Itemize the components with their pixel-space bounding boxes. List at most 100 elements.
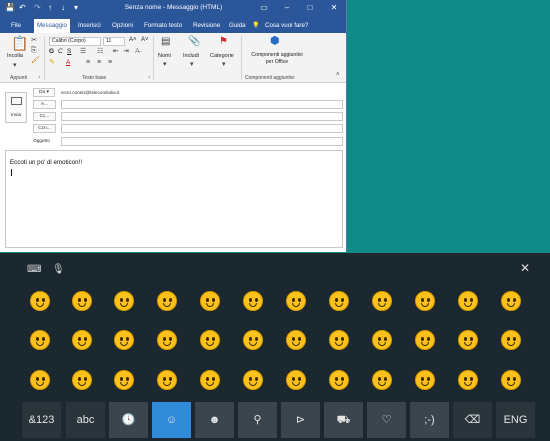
categories-button[interactable]: Categorie [210, 53, 234, 59]
emoji-unamused-icon[interactable] [329, 370, 349, 390]
bullets-icon[interactable]: ☰ [80, 48, 86, 56]
emoji-star-struck-icon[interactable] [286, 370, 306, 390]
collapse-ribbon-icon[interactable]: ˄ [336, 71, 340, 79]
emoji-blush-icon[interactable] [243, 330, 263, 350]
office-addins-icon[interactable]: ⬢ [270, 36, 280, 47]
clipboard-launcher-icon[interactable]: ⌟ [38, 72, 40, 80]
emoji-zipper-mouth-icon[interactable] [458, 330, 478, 350]
clear-format-icon[interactable]: A̶ [135, 48, 140, 56]
emoji-relaxed-icon[interactable] [243, 370, 263, 390]
clipboard-icon[interactable]: 📋 [11, 36, 28, 50]
to-field[interactable] [61, 100, 343, 109]
tab-file[interactable]: File [8, 20, 24, 31]
highlight-icon[interactable]: ✎ [49, 59, 55, 67]
tab-review[interactable]: Revisione [190, 20, 223, 31]
key-backspace[interactable]: ⌫ [453, 402, 492, 438]
underline-icon[interactable]: S [67, 48, 71, 55]
emoji-rolling-eyes-icon[interactable] [372, 370, 392, 390]
tab-insert[interactable]: Inserisci [75, 20, 104, 31]
key-abc[interactable]: abc [66, 402, 105, 438]
from-button[interactable]: Da ▾ [33, 88, 55, 97]
emoji-kiss-icon[interactable] [200, 370, 220, 390]
emoji-yum-icon[interactable] [157, 291, 177, 311]
shrink-font-icon[interactable]: A˅ [141, 37, 149, 43]
bcc-field[interactable] [61, 124, 343, 133]
emoji-wink-icon[interactable] [114, 370, 134, 390]
emoji-no-mouth-icon[interactable] [372, 330, 392, 350]
align-right-icon[interactable]: ≡ [108, 59, 112, 67]
include-button[interactable]: Includi [183, 53, 199, 59]
key-recent[interactable]: 🕓 [109, 402, 148, 438]
emoji-rofl-icon[interactable] [72, 291, 92, 311]
key-num[interactable]: &123 [22, 402, 61, 438]
cut-icon[interactable]: ✂ [31, 37, 37, 45]
to-button[interactable]: A... [33, 100, 56, 109]
maximize-button[interactable]: □ [303, 2, 317, 14]
close-button[interactable]: ✕ [327, 2, 341, 14]
bcc-button[interactable]: Ccn... [33, 124, 56, 133]
emoji-persevere-icon[interactable] [415, 330, 435, 350]
subject-field[interactable] [61, 137, 343, 146]
names-dropdown-icon[interactable]: ▾ [163, 61, 167, 69]
emoji-sweat-smile-icon[interactable] [114, 291, 134, 311]
emoji-tongue-out-icon[interactable] [157, 330, 177, 350]
emoji-slight-smile-icon[interactable] [286, 291, 306, 311]
copy-icon[interactable]: ⎘ [31, 47, 37, 55]
format-painter-icon[interactable]: 🖌 [31, 57, 40, 65]
key-hearts[interactable]: ♡ [367, 402, 406, 438]
emoji-expressionless-icon[interactable] [372, 291, 392, 311]
microphone-icon[interactable]: 🎙 [52, 264, 65, 276]
emoji-smile-icon[interactable] [243, 291, 263, 311]
ribbon-display-icon[interactable]: ▭ [257, 2, 271, 14]
emoji-grimacing-icon[interactable] [30, 330, 50, 350]
align-center-icon[interactable]: ≡ [97, 59, 101, 67]
keyboard-settings-icon[interactable]: ⌨ [27, 264, 41, 276]
emoji-squint-laugh-icon[interactable] [114, 330, 134, 350]
italic-icon[interactable]: C [58, 48, 63, 55]
bold-icon[interactable]: G [49, 48, 54, 55]
paste-button[interactable]: Incolla [7, 53, 23, 59]
key-symbols[interactable]: ⊳ [281, 402, 320, 438]
increase-indent-icon[interactable]: ⇥ [123, 48, 129, 56]
tab-help[interactable]: Guida [226, 20, 249, 31]
minimize-button[interactable]: – [280, 2, 294, 14]
emoji-hugging-icon[interactable] [286, 330, 306, 350]
emoji-smirk-icon[interactable] [415, 291, 435, 311]
emoji-hushed-icon[interactable] [458, 291, 478, 311]
cc-field[interactable] [61, 112, 343, 121]
emoji-neutral-thinking-icon[interactable] [329, 330, 349, 350]
flag-icon[interactable]: ⚑ [219, 37, 228, 47]
key-places[interactable]: ⚲ [238, 402, 277, 438]
categories-dropdown-icon[interactable]: ▾ [222, 61, 226, 69]
tab-message[interactable]: Messaggio [34, 19, 70, 33]
key-smileys[interactable]: ☺ [152, 402, 191, 438]
emoji-grin-icon[interactable] [72, 370, 92, 390]
key-lang[interactable]: ENG [496, 402, 535, 438]
emoji-kissing-heart-icon[interactable] [200, 330, 220, 350]
emoji-sleeping-icon[interactable] [501, 370, 521, 390]
key-people[interactable]: ☻ [195, 402, 234, 438]
tell-me-box[interactable]: Cosa vuoi fare? [262, 20, 311, 31]
key-transport[interactable]: ⛟ [324, 402, 363, 438]
paperclip-icon[interactable]: 📎 [188, 37, 200, 47]
numbering-icon[interactable]: ☷ [97, 48, 103, 56]
address-book-icon[interactable]: ▤ [161, 37, 170, 47]
font-size-box[interactable]: 11 [103, 37, 125, 46]
emoji-joy-icon[interactable] [30, 370, 50, 390]
emoji-disappointed-relieved-icon[interactable] [501, 291, 521, 311]
send-button[interactable]: Invia [5, 92, 27, 123]
office-addins-button[interactable]: Componenti aggiuntivi per Office [248, 52, 306, 66]
font-launcher-icon[interactable]: ⌟ [148, 72, 150, 80]
tab-options[interactable]: Opzioni [109, 20, 136, 31]
key-emoticons[interactable]: ;-) [410, 402, 449, 438]
emoji-grinning-icon[interactable] [30, 291, 50, 311]
emoji-open-mouth-icon[interactable] [458, 370, 478, 390]
cc-button[interactable]: Cc... [33, 112, 56, 121]
align-left-icon[interactable]: ≡ [86, 59, 90, 67]
font-color-icon[interactable]: A [66, 59, 70, 66]
emoji-sad-icon[interactable] [415, 370, 435, 390]
emoji-heart-eyes-icon[interactable] [200, 291, 220, 311]
emoji-thinking-icon[interactable] [329, 291, 349, 311]
emoji-tired-icon[interactable] [501, 330, 521, 350]
include-dropdown-icon[interactable]: ▾ [190, 61, 194, 69]
